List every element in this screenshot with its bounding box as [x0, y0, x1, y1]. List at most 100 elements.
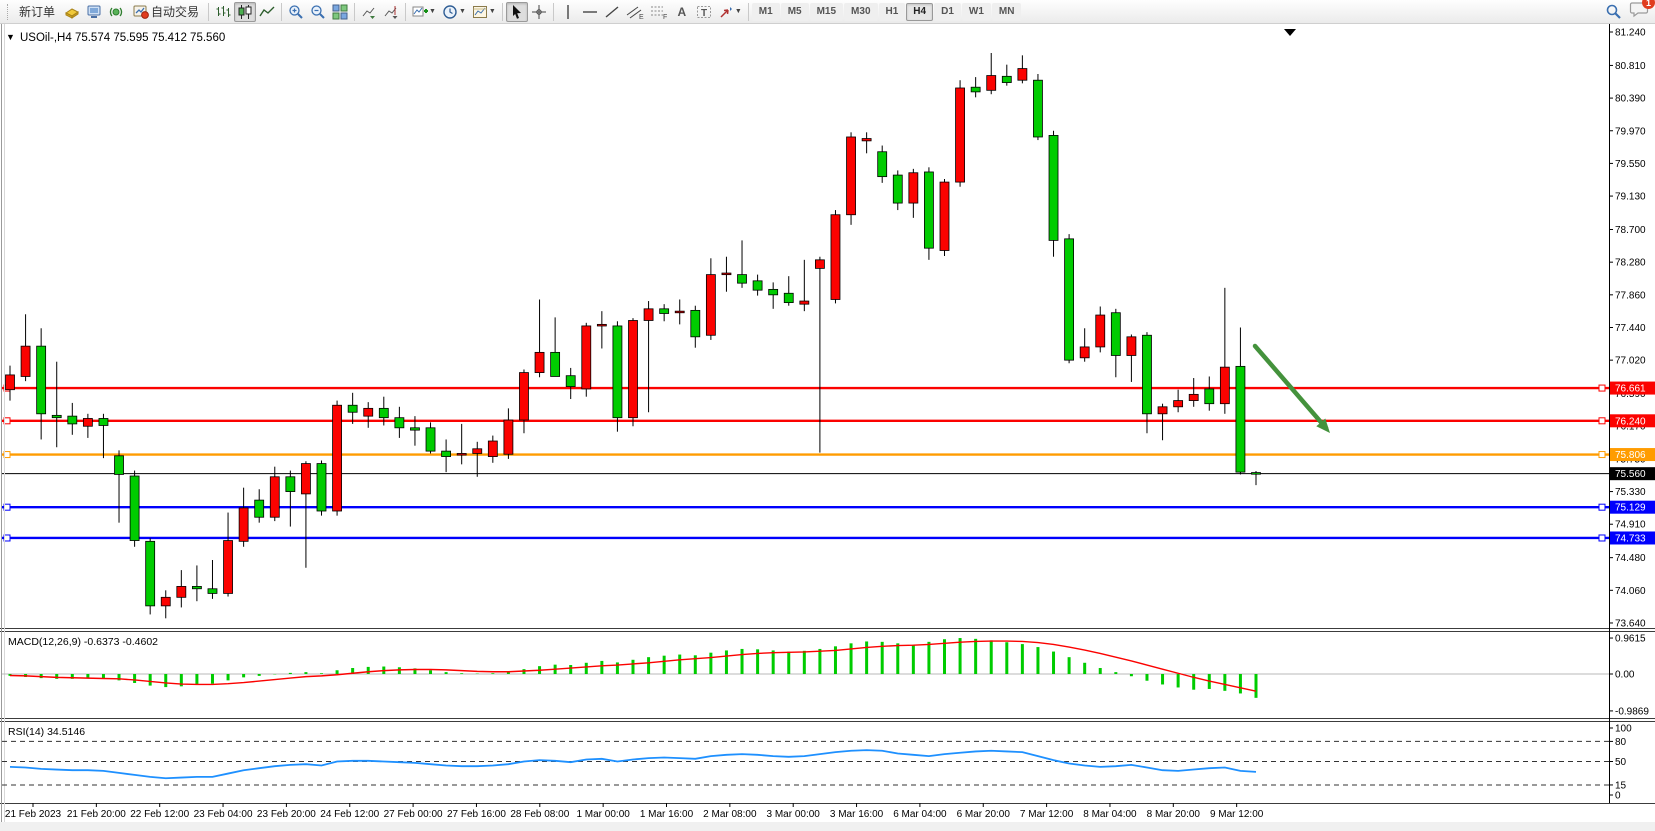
candle-body	[940, 182, 949, 250]
candle-body	[21, 346, 30, 376]
candle-body	[395, 418, 404, 428]
chevron-down-icon: ▼	[735, 8, 742, 15]
bar-chart-mode-button[interactable]	[212, 2, 234, 22]
price-label-text: 76.240	[1615, 416, 1646, 427]
candle-body	[286, 477, 295, 492]
chart-shift-button[interactable]	[380, 2, 402, 22]
macd-tick-label: -0.9869	[1615, 706, 1649, 717]
timeframe-group: M1M5M15M30H1H4D1W1MN	[752, 3, 1022, 21]
candle-body	[1096, 315, 1105, 347]
auto-scroll-button[interactable]	[358, 2, 380, 22]
candle-body	[831, 215, 840, 300]
chart-window[interactable]: ▼USOil-,H4 75.574 75.595 75.412 75.56081…	[0, 24, 1655, 826]
tab-timeframe-w1[interactable]: W1	[962, 3, 991, 21]
tab-timeframe-h4[interactable]: H4	[906, 3, 933, 21]
candle-body	[333, 405, 342, 511]
toolbar-separator	[354, 3, 355, 21]
tile-windows-button[interactable]	[329, 2, 351, 22]
time-axis-label: 8 Mar 04:00	[1083, 809, 1137, 820]
fibonacci-icon: F	[650, 4, 668, 20]
trendline-tool-button[interactable]	[601, 2, 623, 22]
price-tick-label: 73.640	[1615, 618, 1646, 629]
notifications-button[interactable]: 1	[1629, 0, 1649, 23]
candle-body	[52, 415, 61, 417]
price-tick-label: 74.910	[1615, 520, 1646, 531]
new-order-button[interactable]: 新订单	[13, 2, 61, 22]
zoom-in-button[interactable]	[285, 2, 307, 22]
line-handle	[1599, 418, 1605, 424]
svg-text:E: E	[639, 14, 644, 20]
candle-body	[1065, 239, 1074, 360]
tab-timeframe-m5[interactable]: M5	[781, 3, 809, 21]
chart-shift-icon	[383, 4, 399, 20]
order-book-icon[interactable]	[61, 2, 83, 22]
vertical-line-tool-button[interactable]	[557, 2, 579, 22]
channel-tool-button[interactable]: E	[623, 2, 647, 22]
time-axis-label: 2 Mar 08:00	[703, 809, 757, 820]
chart-background	[0, 24, 1655, 822]
templates-button[interactable]: ▼	[469, 2, 499, 22]
text-tool-button[interactable]: A	[671, 2, 693, 22]
tab-timeframe-d1[interactable]: D1	[934, 3, 961, 21]
tab-timeframe-m30[interactable]: M30	[844, 3, 877, 21]
candle-body	[706, 275, 715, 336]
rsi-tick-label: 100	[1615, 724, 1632, 735]
arrows-tool-button[interactable]: ▼	[715, 2, 745, 22]
toolbar: 新订单 自动交易 ▼ ▼	[0, 0, 1655, 24]
candlestick-icon	[237, 4, 253, 20]
trendline-icon	[604, 4, 620, 20]
candle-body	[161, 597, 170, 606]
time-axis-label: 3 Mar 00:00	[767, 809, 821, 820]
tab-timeframe-mn[interactable]: MN	[992, 3, 1022, 21]
line-chart-mode-button[interactable]	[256, 2, 278, 22]
rsi-tick-label: 50	[1615, 757, 1627, 768]
label-tool-button[interactable]: T	[693, 2, 715, 22]
periods-button[interactable]: ▼	[439, 2, 469, 22]
terminal-icon-button[interactable]	[83, 2, 105, 22]
candle-body	[956, 88, 965, 182]
macd-label: MACD(12,26,9) -0.6373 -0.4602	[8, 636, 158, 648]
tab-timeframe-h1[interactable]: H1	[879, 3, 906, 21]
autotrading-button[interactable]: 自动交易	[127, 2, 205, 22]
tab-timeframe-m15[interactable]: M15	[810, 3, 843, 21]
candle-body	[99, 418, 108, 425]
zoom-out-icon	[310, 4, 326, 20]
price-tick-label: 79.130	[1615, 192, 1646, 203]
candle-body	[270, 477, 279, 517]
candle-body	[115, 456, 124, 475]
search-button[interactable]	[1602, 2, 1625, 22]
time-axis-label: 27 Feb 16:00	[447, 809, 506, 820]
crosshair-tool-button[interactable]	[528, 2, 550, 22]
arrow-shapes-icon	[718, 4, 734, 20]
candlestick-chart[interactable]: ▼USOil-,H4 75.574 75.595 75.412 75.56081…	[0, 24, 1655, 826]
candle-body	[37, 346, 46, 414]
signal-icon-button[interactable]	[105, 2, 127, 22]
gold-book-icon	[64, 4, 80, 20]
candle-body	[146, 541, 155, 606]
price-label-text: 75.560	[1615, 469, 1646, 480]
candlestick-mode-button[interactable]	[234, 2, 256, 22]
zoom-out-button[interactable]	[307, 2, 329, 22]
indicators-button[interactable]: ▼	[409, 2, 439, 22]
price-tick-label: 77.860	[1615, 290, 1646, 301]
candle-body	[68, 416, 77, 424]
price-tick-label: 74.060	[1615, 586, 1646, 597]
candle-body	[847, 137, 856, 215]
candle-body	[1205, 389, 1214, 404]
macd-tick-label: 0.9615	[1615, 634, 1646, 645]
candle-body	[629, 320, 638, 417]
fibonacci-tool-button[interactable]: F	[647, 2, 671, 22]
candle-body	[1189, 394, 1198, 400]
auto-scroll-icon	[361, 4, 377, 20]
chevron-down-icon: ▼	[459, 8, 466, 15]
candle-body	[1033, 80, 1042, 137]
horizontal-line-tool-button[interactable]	[579, 2, 601, 22]
candle-body	[909, 173, 918, 203]
candle-body	[130, 476, 139, 541]
tab-timeframe-m1[interactable]: M1	[752, 3, 780, 21]
candle-body	[924, 172, 933, 248]
tile-windows-icon	[332, 4, 348, 20]
cursor-tool-button[interactable]	[506, 2, 528, 22]
candle-body	[987, 76, 996, 91]
candle-body	[1127, 337, 1136, 356]
